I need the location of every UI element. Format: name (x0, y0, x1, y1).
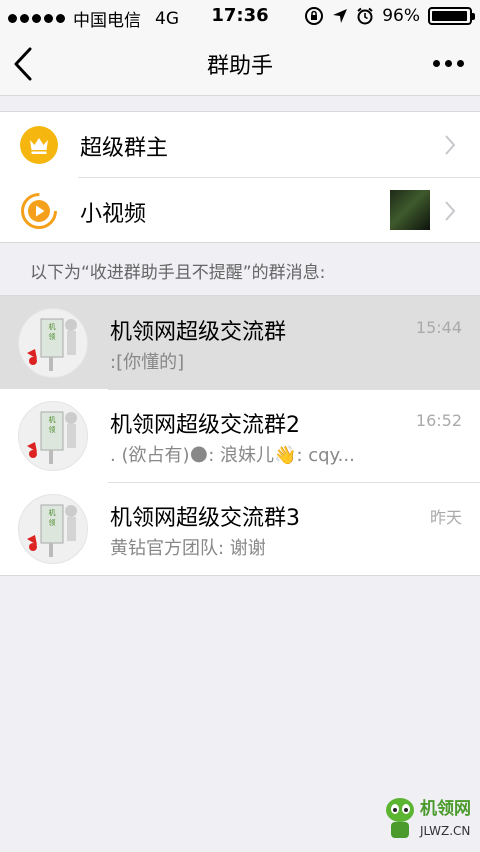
alarm-icon (357, 7, 373, 25)
svg-text:领: 领 (49, 332, 56, 341)
page-title: 群助手 (206, 54, 273, 79)
chat-row[interactable]: 机领 机领网超级交流群3 昨天 黄钻官方团队: 谢谢 (0, 482, 480, 575)
battery-percent: 96% (382, 6, 420, 26)
chat-time: 15:44 (415, 318, 462, 337)
play-icon (21, 193, 57, 229)
group-avatar: 机领 (18, 401, 88, 471)
super-owner-label: 超级群主 (80, 136, 169, 161)
chevron-right-icon (445, 201, 456, 221)
group-avatar: 机领 (18, 494, 88, 564)
chat-name: 机领网超级交流群2 (110, 413, 300, 438)
location-icon (333, 9, 348, 23)
short-video-label: 小视频 (80, 202, 147, 227)
video-thumbnail (390, 190, 430, 230)
notice-text: 以下为“收进群助手且不提醒”的群消息: (30, 263, 326, 283)
ellipsis-icon[interactable] (433, 60, 464, 67)
watermark-brand: 机领网 (420, 799, 471, 819)
status-bar: 中国电信 4G 17:36 96% (0, 0, 480, 32)
short-video-item[interactable]: 小视频 (21, 177, 480, 242)
chat-name: 机领网超级交流群 (110, 320, 287, 345)
status-right: 96% (304, 6, 475, 26)
svg-text:机: 机 (49, 322, 56, 331)
chat-list: 机领 机领网超级交流群 15:44 :[你懂的] 机领 机领网超级交流群2 16… (0, 295, 480, 576)
chevron-right-icon (445, 135, 456, 155)
battery-icon (428, 7, 475, 25)
svg-text:领: 领 (49, 425, 56, 434)
chat-row[interactable]: 机领 机领网超级交流群 15:44 :[你懂的] (0, 296, 480, 389)
watermark-url: JLWZ.CN (420, 824, 471, 838)
svg-text:机: 机 (49, 508, 56, 517)
rotation-lock-icon (305, 7, 324, 25)
watermark-logo: 机领网 JLWZ.CN (380, 790, 476, 848)
navigation-bar: 群助手 (0, 32, 480, 96)
crown-icon (20, 126, 58, 164)
chat-row[interactable]: 机领 机领网超级交流群2 16:52 . (欲占有)🌑: 浪妹儿👋: cqy..… (0, 389, 480, 482)
battery-fill (432, 11, 467, 21)
chat-preview: :[你懂的] (110, 352, 185, 373)
chat-time: 昨天 (429, 508, 462, 527)
top-menu: 超级群主 小视频 (0, 111, 480, 243)
super-owner-item[interactable]: 超级群主 (0, 112, 480, 177)
robot-icon (386, 798, 414, 838)
svg-text:机: 机 (49, 415, 56, 424)
chat-preview: . (欲占有)🌑: 浪妹儿👋: cqy... (110, 445, 355, 466)
svg-text:领: 领 (49, 518, 56, 527)
chat-preview: 黄钻官方团队: 谢谢 (110, 538, 266, 559)
group-avatar: 机领 (18, 308, 88, 378)
chat-time: 16:52 (415, 411, 462, 430)
chat-name: 机领网超级交流群3 (110, 506, 300, 531)
